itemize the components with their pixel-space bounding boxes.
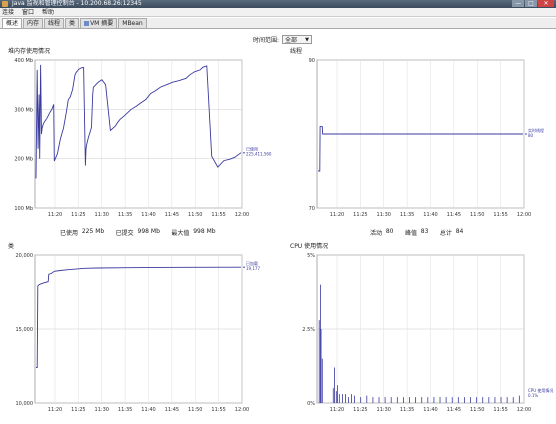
cpu-bar bbox=[457, 397, 459, 403]
cpu-bar bbox=[500, 397, 502, 403]
cpu-bar bbox=[494, 397, 496, 403]
cpu-bar bbox=[512, 397, 514, 403]
x-tick-label: 11:35 bbox=[118, 212, 132, 218]
cpu-bar bbox=[366, 395, 368, 403]
x-tick-label: 11:55 bbox=[493, 212, 507, 218]
x-tick-label: 11:50 bbox=[470, 407, 484, 413]
cpu-bar bbox=[445, 397, 447, 403]
charts-layer: 100 Mb 200 Mb 300 Mb 400 Mb 11:20 11:25 11:30 1… bbox=[14, 58, 553, 413]
x-tick-label: 11:25 bbox=[353, 212, 367, 218]
legend-marker bbox=[243, 151, 245, 154]
y-tick-label: 20,000 bbox=[16, 253, 34, 259]
x-tick-label: 11:40 bbox=[423, 407, 437, 413]
plot-area bbox=[34, 59, 243, 209]
x-tick-label: 11:50 bbox=[188, 212, 202, 218]
y-tick-label: 2.5% bbox=[302, 327, 315, 333]
x-tick-label: 11:45 bbox=[165, 407, 179, 413]
x-tick-label: 11:30 bbox=[377, 407, 391, 413]
cpu-bar bbox=[342, 394, 343, 403]
y-tick-label: 300 Mb bbox=[14, 107, 33, 113]
legend-marker bbox=[525, 133, 527, 135]
x-tick-label: 11:25 bbox=[71, 212, 85, 218]
x-tick-label: 11:45 bbox=[447, 212, 461, 218]
x-tick-label: 11:25 bbox=[353, 407, 367, 413]
cpu-bar bbox=[384, 397, 386, 403]
cpu-bar bbox=[409, 397, 410, 403]
y-tick-label: 5% bbox=[307, 253, 315, 259]
x-tick-label: 11:30 bbox=[95, 407, 109, 413]
cpu-bar bbox=[518, 395, 520, 403]
y-tick-label: 10,000 bbox=[16, 401, 34, 407]
cpu-bar bbox=[464, 397, 465, 403]
y-tick-label: 15,000 bbox=[16, 327, 34, 333]
x-tick-label: 12:00 bbox=[235, 407, 249, 413]
x-tick-label: 11:30 bbox=[377, 212, 391, 218]
cpu-bar bbox=[506, 397, 508, 403]
y-tick-label: 70 bbox=[309, 206, 315, 212]
x-tick-label: 11:45 bbox=[165, 212, 179, 218]
cpu-bar bbox=[354, 395, 356, 403]
cpu-bar bbox=[439, 397, 441, 403]
x-tick-label: 11:40 bbox=[423, 212, 437, 218]
cpu-bar bbox=[396, 397, 398, 403]
y-tick-label: 200 Mb bbox=[14, 157, 33, 163]
x-tick-label: 11:50 bbox=[188, 407, 202, 413]
legend-series-value: 225,411,560 bbox=[246, 152, 272, 157]
cpu-bar bbox=[372, 397, 374, 403]
x-tick-label: 11:30 bbox=[95, 212, 109, 218]
cpu-bar bbox=[488, 397, 490, 403]
legend-marker bbox=[243, 266, 245, 268]
x-tick-label: 12:00 bbox=[517, 407, 531, 413]
x-tick-label: 11:55 bbox=[211, 407, 225, 413]
x-tick-label: 11:50 bbox=[470, 212, 484, 218]
x-tick-label: 12:00 bbox=[235, 212, 249, 218]
cpu-bar bbox=[433, 397, 435, 403]
cpu-bar bbox=[415, 397, 417, 403]
cpu-bar bbox=[482, 397, 484, 403]
cpu-bar bbox=[427, 397, 429, 403]
cpu-bar bbox=[348, 397, 349, 403]
cpu-bar bbox=[337, 385, 338, 403]
y-tick-label: 400 Mb bbox=[14, 58, 33, 64]
y-tick-label: 0% bbox=[307, 401, 315, 407]
x-tick-label: 11:55 bbox=[493, 407, 507, 413]
x-tick-label: 11:20 bbox=[330, 212, 344, 218]
cpu-bar bbox=[335, 391, 337, 403]
cpu-bar bbox=[378, 397, 380, 403]
cpu-bar bbox=[470, 397, 471, 403]
cpu-bar bbox=[334, 367, 335, 403]
x-tick-label: 11:35 bbox=[400, 212, 414, 218]
cpu-bar bbox=[403, 397, 404, 403]
x-tick-label: 11:20 bbox=[48, 407, 62, 413]
x-tick-label: 11:55 bbox=[211, 212, 225, 218]
cpu-bar bbox=[345, 394, 346, 403]
cpu-bar bbox=[338, 394, 340, 403]
cpu-bar bbox=[332, 388, 334, 403]
legend-series-value: 0.1% bbox=[528, 393, 538, 398]
x-tick-label: 11:45 bbox=[447, 407, 461, 413]
x-tick-label: 11:25 bbox=[71, 407, 85, 413]
y-tick-label: 90 bbox=[309, 58, 315, 64]
x-tick-label: 11:40 bbox=[141, 407, 155, 413]
cpu-bar bbox=[476, 397, 478, 403]
x-tick-label: 12:00 bbox=[517, 212, 531, 218]
cpu-bar bbox=[451, 397, 453, 403]
cpu-bar bbox=[320, 329, 322, 403]
x-tick-label: 11:40 bbox=[141, 212, 155, 218]
x-tick-label: 11:20 bbox=[48, 212, 62, 218]
legend-series-value: 19,177 bbox=[246, 266, 260, 271]
cpu-bar bbox=[351, 394, 352, 403]
y-tick-label: 100 Mb bbox=[14, 206, 33, 212]
cpu-bar bbox=[360, 397, 362, 403]
x-tick-label: 11:35 bbox=[118, 407, 132, 413]
cpu-bar bbox=[421, 397, 423, 403]
legend-series-value: 80 bbox=[528, 133, 534, 138]
cpu-bar bbox=[390, 397, 392, 403]
cpu-bar bbox=[321, 358, 323, 403]
x-tick-label: 11:35 bbox=[400, 407, 414, 413]
cpu-bar bbox=[318, 320, 320, 403]
x-tick-label: 11:20 bbox=[330, 407, 344, 413]
